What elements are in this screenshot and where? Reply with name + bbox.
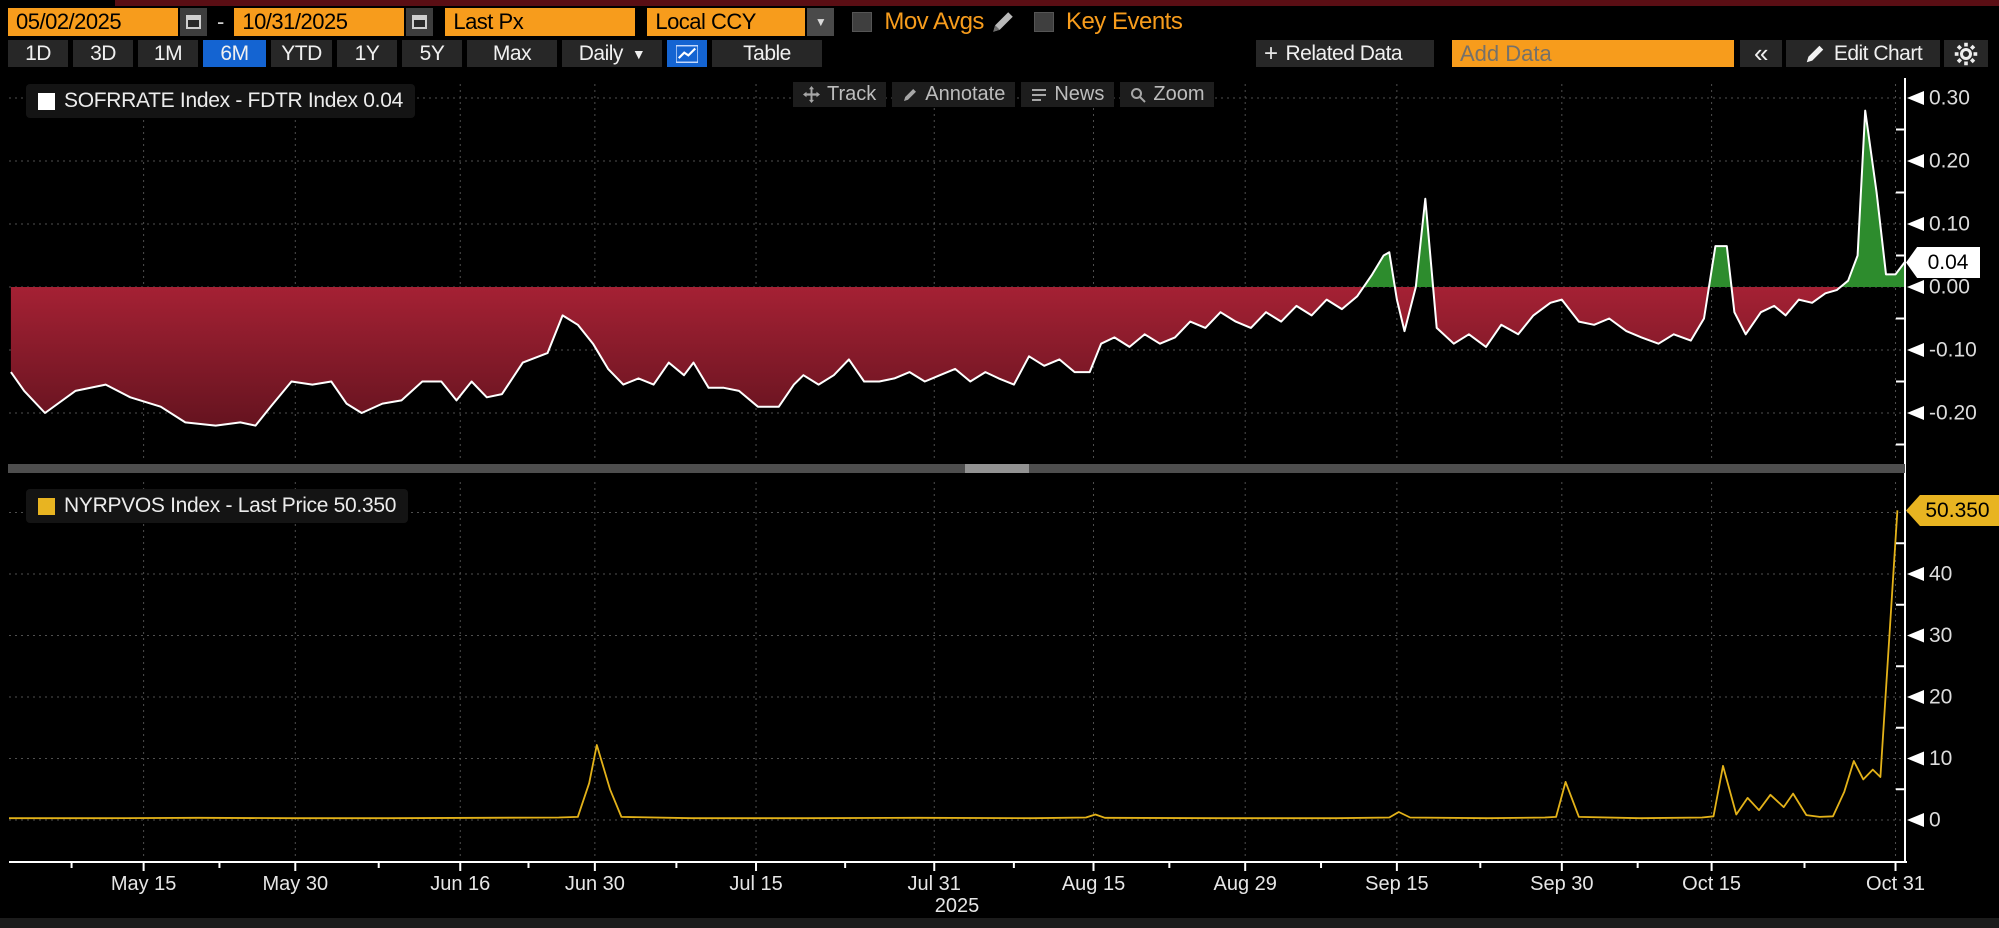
svg-text:20: 20 [1929, 686, 1952, 709]
calendar-icon [186, 15, 201, 29]
x-axis-year-label: 2025 [935, 895, 980, 917]
series-swatch-white [38, 93, 55, 110]
chart-type-button[interactable] [667, 40, 707, 67]
svg-text:Sep 15: Sep 15 [1365, 873, 1428, 895]
track-button[interactable]: Track [793, 82, 886, 107]
chart-tools-toolbar: Track Annotate News Zoom [793, 82, 1214, 107]
svg-text:May 30: May 30 [262, 873, 328, 895]
range-tab-1y[interactable]: 1Y [337, 40, 397, 67]
svg-text:May 15: May 15 [111, 873, 177, 895]
svg-text:Jun 16: Jun 16 [430, 873, 490, 895]
period-dropdown[interactable]: Daily ▼ [562, 40, 662, 67]
range-tab-5y[interactable]: 5Y [402, 40, 462, 67]
edit-chart-button[interactable]: Edit Chart [1786, 40, 1940, 67]
news-icon [1031, 87, 1047, 103]
window-top-border [115, 0, 1999, 6]
date-to-calendar-button[interactable] [406, 8, 433, 36]
collapse-button[interactable]: « [1740, 40, 1782, 67]
track-move-icon [803, 86, 820, 103]
range-tab-3d[interactable]: 3D [73, 40, 133, 67]
svg-text:Jun 30: Jun 30 [565, 873, 625, 895]
annotate-button[interactable]: Annotate [892, 82, 1015, 107]
news-button[interactable]: News [1021, 82, 1114, 107]
pane-splitter[interactable] [8, 464, 1905, 473]
chevron-down-icon: ▼ [632, 46, 645, 62]
date-range-toolbar: - ▼ Mov Avgs Key Events [8, 8, 1182, 36]
svg-text:0: 0 [1929, 809, 1941, 832]
range-tab-6m[interactable]: 6M [203, 40, 266, 67]
top-pane-legend[interactable]: SOFRRATE Index - FDTR Index 0.04 [26, 84, 415, 118]
svg-text:Aug 29: Aug 29 [1213, 873, 1276, 895]
range-tab-1m[interactable]: 1M [138, 40, 198, 67]
chart-window: 0.30 0.20 0.10 0.00 -0.10 -0.20 40 30 20 10 0 May 1… [0, 0, 1999, 928]
bottom-pane-legend-label: NYRPVOS Index - Last Price 50.350 [64, 494, 396, 518]
svg-text:-0.20: -0.20 [1929, 402, 1977, 425]
svg-text:0.20: 0.20 [1929, 150, 1970, 173]
bottom-last-price-tag: 50.350 [1906, 495, 1999, 526]
zoom-button[interactable]: Zoom [1120, 82, 1214, 107]
date-from-calendar-button[interactable] [180, 8, 207, 36]
settings-button[interactable] [1944, 40, 1988, 67]
add-data-input[interactable] [1452, 40, 1734, 67]
window-bottom-border [0, 918, 1999, 928]
svg-text:30: 30 [1929, 624, 1952, 647]
svg-text:0.10: 0.10 [1929, 213, 1970, 236]
date-range-separator: - [217, 9, 224, 35]
pane-splitter-handle[interactable] [965, 464, 1029, 473]
svg-text:Jul 31: Jul 31 [908, 873, 961, 895]
related-data-button[interactable]: + Related Data [1256, 40, 1434, 67]
magnifier-icon [1130, 87, 1146, 103]
series-swatch-yellow [38, 498, 55, 515]
bottom-pane-legend[interactable]: NYRPVOS Index - Last Price 50.350 [26, 489, 408, 523]
svg-text:Oct 15: Oct 15 [1682, 873, 1741, 895]
bottom-series [9, 510, 1897, 818]
top-pane-legend-label: SOFRRATE Index - FDTR Index 0.04 [64, 89, 403, 113]
pencil-icon [1804, 43, 1826, 65]
chart-actions: + Related Data « Edit Chart [1256, 40, 1988, 67]
price-type-field[interactable] [445, 8, 635, 36]
range-tabbar: 1D 3D 1M 6M YTD 1Y 5Y Max Daily ▼ Table [8, 40, 822, 67]
chevron-down-icon: ▼ [815, 15, 827, 29]
svg-text:-0.10: -0.10 [1929, 339, 1977, 362]
line-chart-icon [676, 45, 698, 63]
plus-icon: + [1264, 40, 1278, 67]
calendar-icon [412, 15, 427, 29]
mov-avgs-checkbox[interactable] [852, 12, 872, 32]
range-tab-max[interactable]: Max [467, 40, 557, 67]
date-from-field[interactable] [8, 8, 178, 36]
date-to-field[interactable] [234, 8, 404, 36]
svg-text:10: 10 [1929, 747, 1952, 770]
svg-text:Sep 30: Sep 30 [1530, 873, 1593, 895]
range-tab-ytd[interactable]: YTD [271, 40, 332, 67]
range-tab-1d[interactable]: 1D [8, 40, 68, 67]
key-events-label[interactable]: Key Events [1066, 8, 1182, 36]
svg-text:Oct 31: Oct 31 [1866, 873, 1925, 895]
currency-dropdown-button[interactable]: ▼ [807, 8, 834, 36]
mov-avgs-label[interactable]: Mov Avgs [884, 8, 984, 36]
svg-text:Jul 15: Jul 15 [729, 873, 782, 895]
svg-text:Aug 15: Aug 15 [1062, 873, 1125, 895]
pencil-icon[interactable] [990, 9, 1016, 35]
table-button[interactable]: Table [712, 40, 822, 67]
pencil-icon [902, 87, 918, 103]
top-last-price-tag: 0.04 [1906, 247, 1980, 278]
svg-text:0.00: 0.00 [1929, 276, 1970, 299]
svg-text:0.30: 0.30 [1929, 87, 1970, 110]
gear-icon [1954, 42, 1978, 66]
currency-field[interactable] [647, 8, 805, 36]
key-events-checkbox[interactable] [1034, 12, 1054, 32]
svg-text:40: 40 [1929, 563, 1952, 586]
